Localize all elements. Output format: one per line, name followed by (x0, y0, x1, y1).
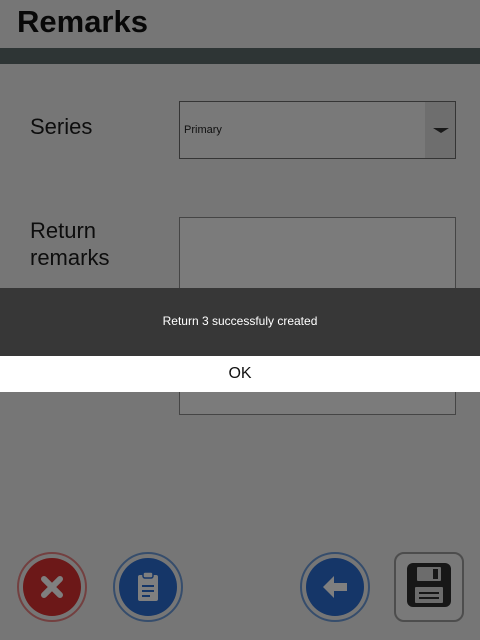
alert-dialog: Return 3 successfuly created OK (0, 288, 480, 392)
ok-button[interactable]: OK (0, 356, 480, 392)
dialog-message: Return 3 successfuly created (162, 314, 318, 328)
dialog-message-area: Return 3 successfuly created (0, 288, 480, 356)
